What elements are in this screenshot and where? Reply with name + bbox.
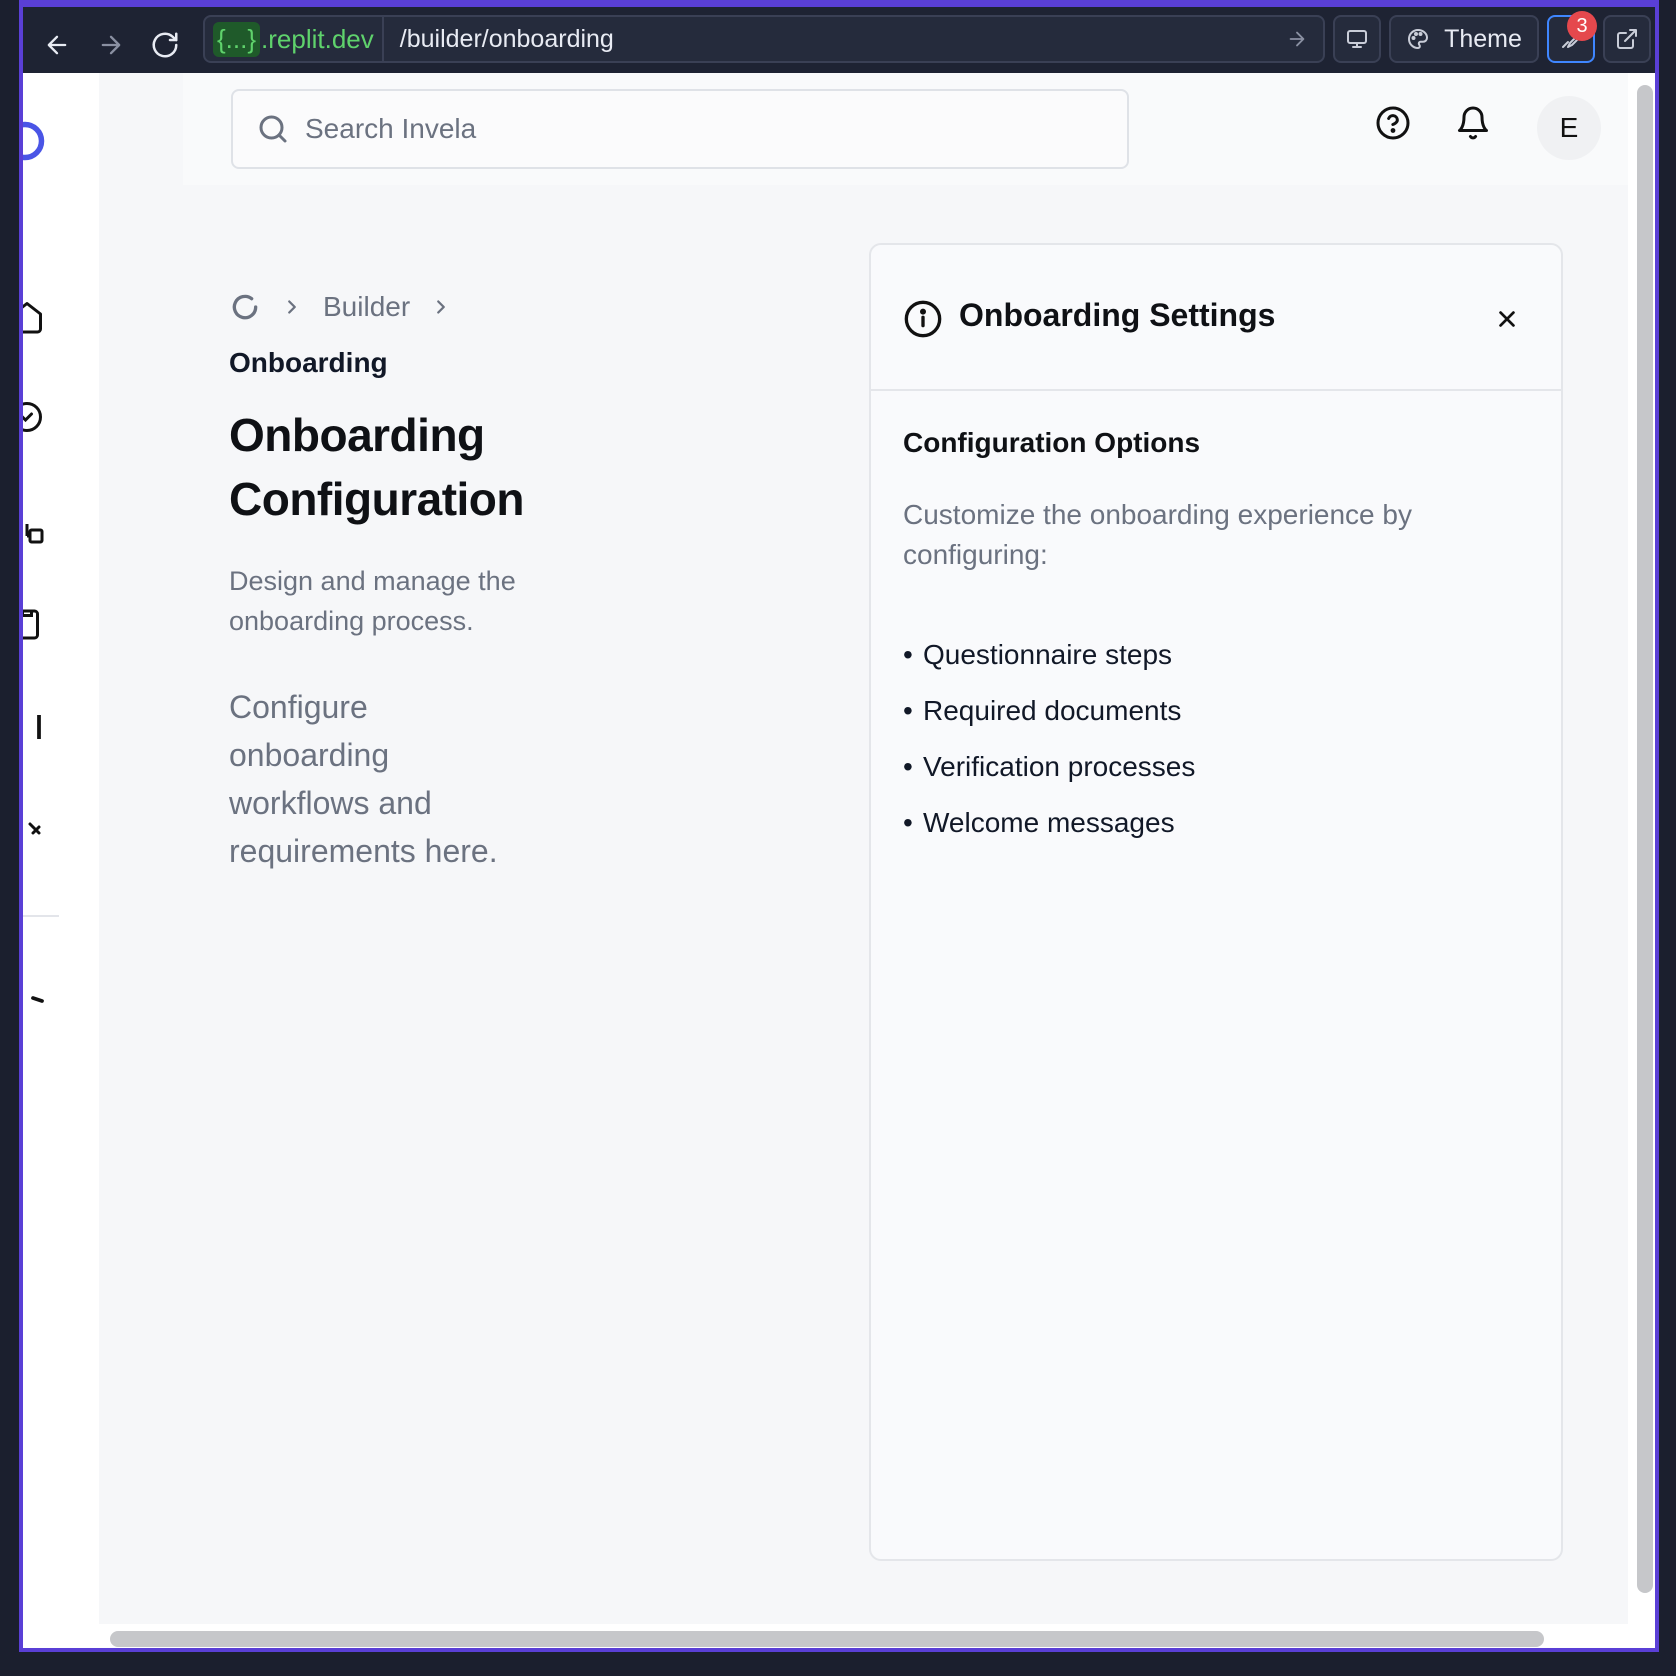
task-check-icon[interactable]	[23, 399, 45, 435]
list-item: • Verification processes	[903, 751, 1196, 782]
device-preview-button[interactable]	[1333, 15, 1381, 63]
top-header: E	[183, 73, 1628, 185]
external-link-icon	[1617, 29, 1637, 49]
panel-title: Onboarding Settings	[959, 297, 1276, 333]
network-icon[interactable]	[23, 509, 45, 545]
panel-intro: Customize the onboarding experience by c…	[903, 499, 1412, 570]
arrow-left-icon	[47, 35, 67, 55]
horizontal-scrollbar-thumb[interactable]	[110, 1631, 1544, 1647]
close-icon	[1499, 311, 1515, 327]
search-icon	[259, 115, 287, 143]
palette-icon	[1408, 29, 1429, 49]
monitor-icon	[1347, 30, 1367, 48]
help-button[interactable]	[1373, 103, 1413, 143]
sidebar-divider	[23, 915, 59, 917]
reload-button[interactable]	[141, 21, 189, 69]
page-title: Onboarding Configuration	[229, 409, 525, 525]
chart-bar-icon[interactable]	[23, 709, 45, 745]
close-button[interactable]	[1491, 303, 1523, 335]
breadcrumb-builder[interactable]: Builder	[323, 291, 410, 323]
search-box[interactable]	[231, 89, 1129, 169]
browser-toolbar: {...} .replit.dev /builder/onboarding Th…	[23, 7, 1655, 73]
clipboard-icon[interactable]	[23, 605, 45, 641]
list-item: • Welcome messages	[903, 807, 1175, 838]
arrow-right-icon	[101, 35, 121, 55]
logo-icon[interactable]	[23, 119, 47, 163]
config-options-list: • Questionnaire steps • Required documents…	[903, 627, 1195, 851]
url-domain: {...} .replit.dev	[205, 17, 384, 61]
bell-icon	[1458, 106, 1488, 140]
app-page: E Builder Onboarding Onboarding Configur…	[23, 73, 1628, 1624]
breadcrumb: Builder	[229, 287, 472, 327]
chevron-right-icon	[288, 300, 296, 314]
collapse-chevron-icon[interactable]	[23, 983, 45, 1019]
list-item: • Questionnaire steps	[903, 639, 1173, 670]
address-bar[interactable]: {...} .replit.dev /builder/onboarding	[203, 15, 1325, 63]
list-item: • Required documents	[903, 695, 1182, 726]
browser-window: {...} .replit.dev /builder/onboarding Th…	[19, 0, 1659, 1652]
reload-icon	[152, 32, 178, 58]
refresh-circle-icon[interactable]	[229, 291, 261, 323]
devtools-button[interactable]: 3	[1547, 11, 1597, 63]
theme-label: Theme	[1444, 24, 1522, 53]
panel-header: Onboarding Settings	[871, 245, 1561, 391]
url-go-button[interactable]	[1277, 19, 1317, 59]
page-subtitle: Design and manage the onboarding process…	[229, 566, 516, 636]
help-circle-icon	[1376, 106, 1410, 140]
chevron-right-icon	[437, 300, 446, 314]
devtools-badge: 3	[1567, 11, 1597, 41]
breadcrumb-current: Onboarding	[229, 347, 388, 378]
arrow-right-icon	[1289, 31, 1305, 47]
notifications-button[interactable]	[1453, 103, 1493, 143]
panel-section-title: Configuration Options	[903, 427, 1201, 458]
search-input[interactable]	[305, 113, 1065, 145]
home-icon[interactable]	[23, 299, 45, 335]
onboarding-settings-panel: Onboarding Settings Configuration Option…	[869, 243, 1563, 1561]
page-description: Configure onboarding workflows and requi…	[229, 689, 498, 869]
forward-button[interactable]	[87, 21, 135, 69]
theme-button[interactable]: Theme	[1389, 15, 1539, 63]
url-domain-tag: {...}	[213, 21, 261, 57]
avatar[interactable]: E	[1537, 96, 1601, 160]
info-icon	[904, 300, 942, 338]
url-domain-host: .replit.dev	[261, 23, 374, 54]
back-button[interactable]	[33, 21, 81, 69]
open-new-tab-button[interactable]	[1603, 15, 1651, 63]
sidebar	[23, 73, 99, 1624]
tool-icon[interactable]	[23, 803, 45, 839]
vertical-scrollbar-thumb[interactable]	[1637, 85, 1653, 1593]
url-path[interactable]: /builder/onboarding	[400, 25, 1277, 54]
